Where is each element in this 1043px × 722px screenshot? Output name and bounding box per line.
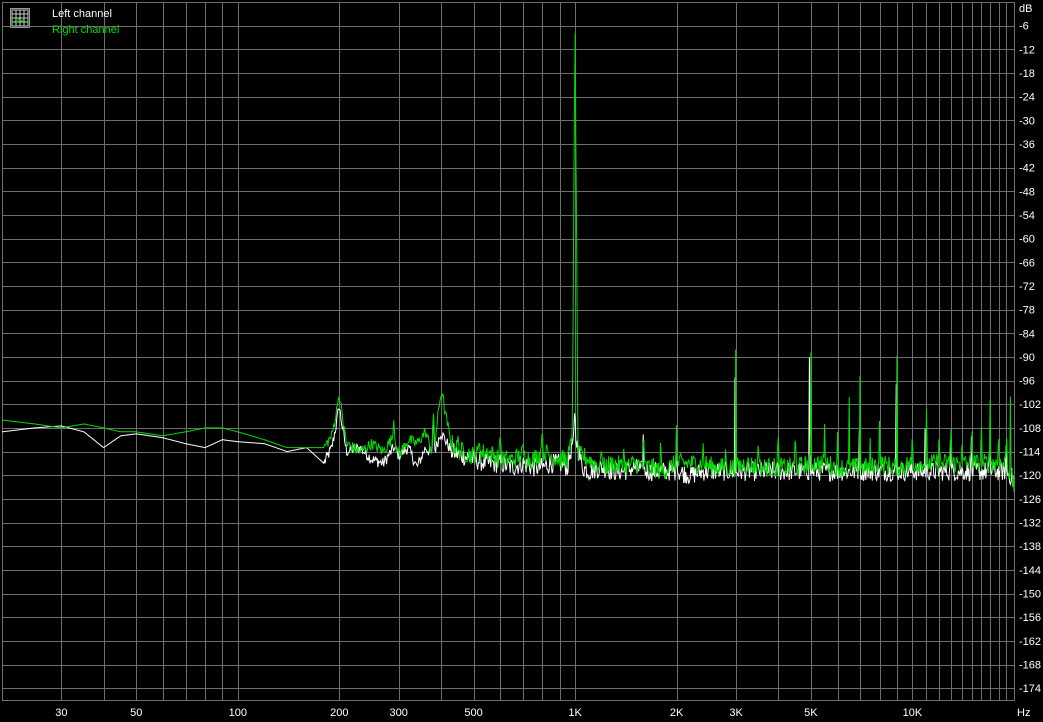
y-tick-label: -66 [1019, 257, 1035, 269]
y-unit-label: dB [1019, 3, 1032, 15]
x-tick-label: 500 [464, 707, 482, 719]
y-tick-label: -90 [1019, 352, 1035, 364]
plot-background [0, 0, 1043, 722]
y-tick-label: -144 [1019, 565, 1041, 577]
y-tick-label: -132 [1019, 518, 1041, 530]
y-tick-label: -24 [1019, 92, 1035, 104]
x-tick-label: 200 [330, 707, 348, 719]
y-tick-label: -60 [1019, 234, 1035, 246]
x-tick-label: 3K [729, 707, 743, 719]
y-tick-label: -150 [1019, 589, 1041, 601]
x-unit-label: Hz [1017, 707, 1030, 719]
x-tick-label: 50 [130, 707, 142, 719]
y-tick-label: -174 [1019, 683, 1041, 695]
x-tick-label: 5K [804, 707, 818, 719]
y-tick-label: -48 [1019, 186, 1035, 198]
grid-chart-icon[interactable] [10, 8, 30, 28]
x-tick-label: 30 [55, 707, 67, 719]
y-tick-label: -162 [1019, 636, 1041, 648]
x-tick-label: 300 [390, 707, 408, 719]
x-tick-label: 2K [670, 707, 684, 719]
x-tick-label: 10K [903, 707, 923, 719]
y-tick-label: -96 [1019, 376, 1035, 388]
y-tick-label: -78 [1019, 305, 1035, 317]
y-tick-label: -12 [1019, 44, 1035, 56]
y-tick-label: -102 [1019, 399, 1041, 411]
y-tick-label: -156 [1019, 612, 1041, 624]
y-tick-label: -72 [1019, 281, 1035, 293]
y-tick-label: -54 [1019, 210, 1035, 222]
y-tick-label: -6 [1019, 21, 1029, 33]
y-tick-label: -18 [1019, 68, 1035, 80]
y-tick-label: -120 [1019, 470, 1041, 482]
y-tick-label: -126 [1019, 494, 1041, 506]
legend-left-channel: Left channel [52, 8, 112, 20]
legend-right-channel: Right channel [52, 24, 120, 36]
x-tick-label: 100 [229, 707, 247, 719]
x-tick-label: 1K [568, 707, 582, 719]
y-tick-label: -114 [1019, 447, 1040, 459]
y-tick-label: -30 [1019, 115, 1035, 127]
y-tick-label: -84 [1019, 328, 1035, 340]
y-tick-label: -168 [1019, 660, 1041, 672]
y-tick-label: -42 [1019, 163, 1035, 175]
spectrum-plot[interactable]: 30 50 100 200 300 500 1K 2K 3K 5K 10K -6 -12 -18 -24 -… [0, 0, 1043, 722]
y-tick-label: -138 [1019, 541, 1041, 553]
y-tick-label: -108 [1019, 423, 1041, 435]
y-tick-label: -36 [1019, 139, 1035, 151]
